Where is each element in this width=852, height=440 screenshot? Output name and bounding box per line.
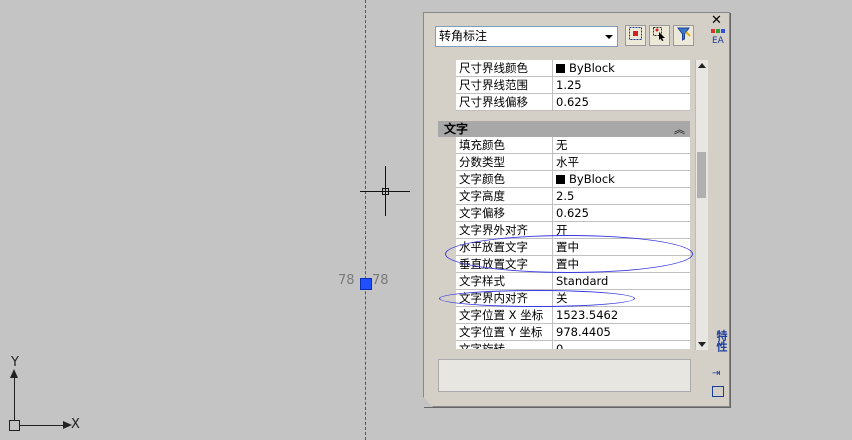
quick-select-button[interactable] [625, 25, 646, 46]
properties-menu-icon[interactable] [712, 386, 724, 397]
property-name: 文字旋转 [456, 341, 553, 349]
collapse-icon[interactable]: ︽ [674, 122, 685, 138]
property-name: 文字位置 X 坐标 [456, 307, 553, 324]
dimension-line[interactable] [365, 0, 366, 440]
property-row[interactable]: 尺寸界线范围 1.25 [438, 77, 690, 94]
row-gutter [438, 77, 456, 94]
ucs-y-axis [14, 377, 15, 425]
property-name: 文字偏移 [456, 205, 553, 222]
property-value[interactable]: 无 [553, 137, 690, 154]
pickbox-cursor [382, 188, 389, 195]
select-objects-icon [653, 27, 665, 41]
palette-title: 特性 [715, 330, 728, 352]
row-gutter [438, 324, 456, 341]
select-objects-button[interactable] [649, 25, 670, 46]
ucs-y-label: Y [11, 355, 19, 370]
property-value[interactable]: ByBlock [553, 60, 690, 77]
property-value[interactable]: 1523.5462 [553, 307, 690, 324]
object-type-value: 转角标注 [439, 29, 488, 43]
property-row[interactable]: 尺寸界线颜色 ByBlock [438, 60, 690, 77]
property-name: 分数类型 [456, 154, 553, 171]
property-row[interactable]: 填充颜色 无 [438, 137, 690, 154]
property-row[interactable]: 文字颜色 ByBlock [438, 171, 690, 188]
row-gutter [438, 94, 456, 111]
property-row[interactable]: 文字偏移 0.625 [438, 205, 690, 222]
object-type-dropdown[interactable]: 转角标注 [435, 26, 618, 47]
property-value[interactable]: 0 [553, 341, 690, 349]
property-name: 尺寸界线范围 [456, 77, 553, 94]
row-gutter [438, 60, 456, 77]
properties-glyph-icon: EA [711, 29, 725, 46]
palette-corner [423, 397, 433, 407]
ucs-x-label: X [71, 417, 80, 432]
autohide-icon[interactable]: ⇥ [712, 368, 720, 379]
close-icon[interactable]: ✕ [711, 13, 722, 28]
category-label: 文字 [444, 122, 469, 136]
scroll-up-icon[interactable] [698, 63, 706, 68]
property-name: 尺寸界线偏移 [456, 94, 553, 111]
property-row[interactable]: 文字位置 Y 坐标 978.4405 [438, 324, 690, 341]
color-swatch [556, 64, 565, 73]
row-gutter [438, 171, 456, 188]
property-name: 文字高度 [456, 188, 553, 205]
annotation-ellipse [445, 235, 693, 273]
color-swatch [556, 175, 565, 184]
category-header-text[interactable]: 文字 ︽ [438, 121, 690, 137]
property-value[interactable]: 0.625 [553, 205, 690, 222]
dimension-text-left: 78 [338, 273, 355, 288]
ucs-x-axis [14, 425, 64, 426]
row-gutter [438, 273, 456, 290]
property-value-text: ByBlock [569, 61, 615, 75]
property-row[interactable]: 文字样式 Standard [438, 273, 690, 290]
property-name: 文字位置 Y 坐标 [456, 324, 553, 341]
scroll-thumb[interactable] [697, 152, 706, 198]
property-row[interactable]: 尺寸界线偏移 0.625 [438, 94, 690, 111]
chevron-down-icon[interactable] [605, 35, 613, 39]
ucs-origin [9, 420, 20, 431]
ucs-icon: Y X [5, 355, 95, 435]
row-gutter [438, 137, 456, 154]
property-row[interactable]: 分数类型 水平 [438, 154, 690, 171]
row-gutter [438, 154, 456, 171]
row-gutter [438, 205, 456, 222]
property-value[interactable]: 978.4405 [553, 324, 690, 341]
property-name: 文字颜色 [456, 171, 553, 188]
property-scrollbar[interactable] [695, 60, 708, 350]
property-value[interactable]: 1.25 [553, 77, 690, 94]
dimension-text-right: 78 [372, 273, 389, 288]
property-value[interactable]: 0.625 [553, 94, 690, 111]
property-name: 尺寸界线颜色 [456, 60, 553, 77]
property-row[interactable]: 文字高度 2.5 [438, 188, 690, 205]
property-name: 文字样式 [456, 273, 553, 290]
property-name: 填充颜色 [456, 137, 553, 154]
svg-text:EA: EA [712, 36, 725, 46]
property-value[interactable]: Standard [553, 273, 690, 290]
row-gutter [438, 222, 456, 239]
row-gutter [438, 341, 456, 349]
property-value[interactable]: ByBlock [553, 171, 690, 188]
property-value[interactable]: 2.5 [553, 188, 690, 205]
scroll-down-icon[interactable] [698, 342, 706, 347]
toggle-pickadd-icon [677, 27, 691, 41]
annotation-ellipse [439, 290, 635, 307]
properties-palette: 转角标注 尺寸界线颜色 ByBlock 尺寸界线范围 1.25 尺寸界线偏移 0… [423, 12, 730, 407]
row-gutter [438, 188, 456, 205]
palette-title-strip[interactable]: ✕ EA 特性 ⇥ [710, 12, 728, 405]
row-gutter [438, 307, 456, 324]
property-value[interactable]: 水平 [553, 154, 690, 171]
description-panel [438, 359, 691, 392]
property-row[interactable]: 文字旋转 0 [438, 341, 690, 349]
property-row[interactable]: 文字位置 X 坐标 1523.5462 [438, 307, 690, 324]
properties-icon[interactable]: EA [710, 28, 726, 46]
dimension-grip[interactable] [360, 278, 372, 290]
quick-select-icon [629, 27, 642, 40]
toggle-pickadd-button[interactable] [673, 25, 694, 46]
property-value-text: ByBlock [569, 172, 615, 186]
